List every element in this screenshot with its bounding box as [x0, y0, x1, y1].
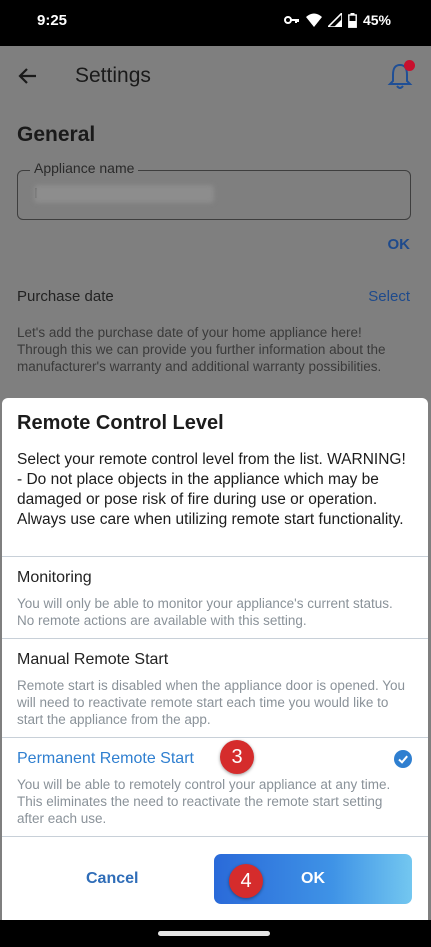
status-bar: 9:25 45%	[0, 0, 431, 46]
page-title: Settings	[75, 64, 151, 87]
divider	[2, 556, 428, 557]
option-description: Remote start is disabled when the applia…	[17, 678, 406, 727]
purchase-date-label: Purchase date	[17, 288, 114, 305]
home-gesture-handle[interactable]	[158, 931, 270, 936]
option-manual-remote-start[interactable]: Manual Remote Start Remote start is disa…	[17, 651, 417, 728]
appliance-name-ok-button[interactable]: OK	[388, 236, 411, 253]
appliance-name-redacted	[34, 185, 214, 203]
remote-control-level-sheet: Remote Control Level Select your remote …	[2, 398, 428, 920]
sheet-title: Remote Control Level	[17, 412, 224, 434]
purchase-date-select-button[interactable]: Select	[368, 288, 410, 305]
appliance-name-field[interactable]: Appliance name I	[17, 160, 411, 220]
option-title: Monitoring	[17, 569, 92, 586]
navigation-bar	[0, 920, 431, 947]
section-heading: General	[17, 123, 96, 146]
step-3-badge: 3	[220, 740, 254, 774]
battery-icon	[348, 12, 357, 28]
notification-bell-icon[interactable]	[387, 60, 415, 90]
divider	[2, 737, 428, 738]
purchase-date-description: Let's add the purchase date of your home…	[17, 325, 386, 374]
option-permanent-remote-start[interactable]: Permanent Remote Start You will be able …	[17, 750, 417, 827]
option-monitoring[interactable]: Monitoring You will only be able to moni…	[17, 569, 417, 629]
sheet-description: Select your remote control level from th…	[17, 451, 406, 528]
cancel-button[interactable]: Cancel	[52, 854, 172, 904]
divider	[2, 836, 428, 837]
appliance-name-label: Appliance name	[30, 160, 139, 176]
option-title: Manual Remote Start	[17, 651, 169, 668]
wifi-icon	[305, 13, 322, 27]
key-icon	[283, 16, 299, 24]
option-title: Permanent Remote Start	[17, 750, 194, 767]
checkmark-icon	[394, 750, 412, 768]
status-icons: 45%	[283, 12, 391, 28]
notification-dot	[404, 60, 415, 71]
status-time: 9:25	[37, 12, 68, 29]
app-bar: Settings	[0, 46, 431, 108]
signal-icon	[327, 13, 342, 27]
option-description: You will be able to remotely control you…	[17, 777, 391, 826]
back-arrow-icon[interactable]	[16, 64, 40, 88]
step-4-badge: 4	[229, 864, 263, 898]
option-description: You will only be able to monitor your ap…	[17, 596, 393, 628]
battery-percent: 45%	[362, 12, 391, 28]
divider	[2, 638, 428, 639]
